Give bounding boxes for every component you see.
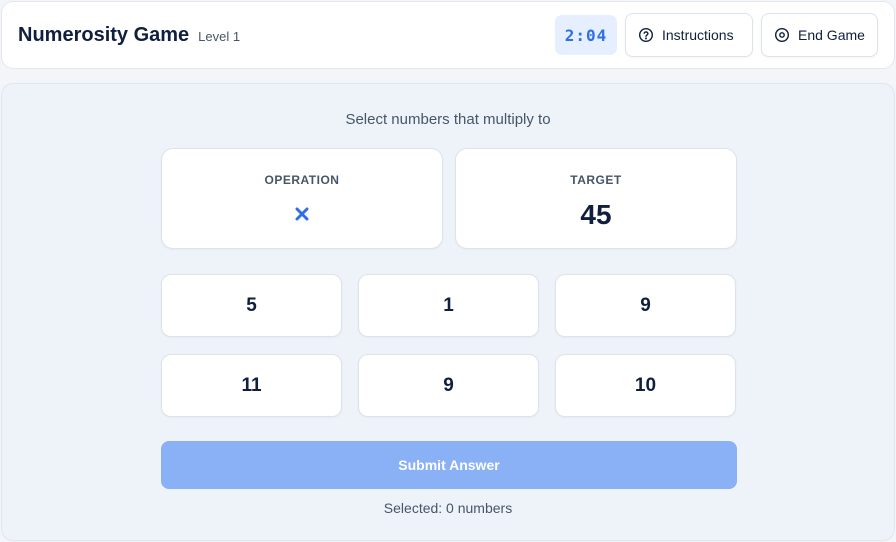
target-label: TARGET xyxy=(570,173,622,187)
operation-card: OPERATION xyxy=(161,148,443,249)
number-tile[interactable]: 5 xyxy=(161,274,342,337)
number-tile[interactable]: 1 xyxy=(358,274,539,337)
game-header: Numerosity Game Level 1 2:04 Instruction… xyxy=(1,1,895,69)
stop-circle-icon xyxy=(774,27,790,43)
help-circle-icon xyxy=(638,27,654,43)
instruction-prompt: Select numbers that multiply to xyxy=(345,111,551,128)
level-indicator: Level 1 xyxy=(198,28,241,44)
number-tile[interactable]: 9 xyxy=(358,354,539,417)
end-game-button[interactable]: End Game xyxy=(761,13,878,57)
selection-status: Selected: 0 numbers xyxy=(383,500,513,516)
target-value: 45 xyxy=(580,199,612,230)
multiply-icon xyxy=(295,207,309,221)
game-title: Numerosity Game xyxy=(18,23,190,46)
number-tile[interactable]: 10 xyxy=(555,354,736,417)
operation-label: OPERATION xyxy=(264,173,340,187)
countdown-timer: 2:04 xyxy=(555,15,617,55)
game-board: Select numbers that multiply to OPERATIO… xyxy=(1,83,895,541)
instructions-label: Instructions xyxy=(662,27,734,43)
number-tile[interactable]: 11 xyxy=(161,354,342,417)
number-tile[interactable]: 9 xyxy=(555,274,736,337)
instructions-button[interactable]: Instructions xyxy=(625,13,753,57)
header-actions: 2:04 Instructions End Game xyxy=(555,13,878,57)
end-game-label: End Game xyxy=(798,27,865,43)
submit-answer-button[interactable]: Submit Answer xyxy=(161,441,737,489)
target-card: TARGET 45 xyxy=(455,148,737,249)
